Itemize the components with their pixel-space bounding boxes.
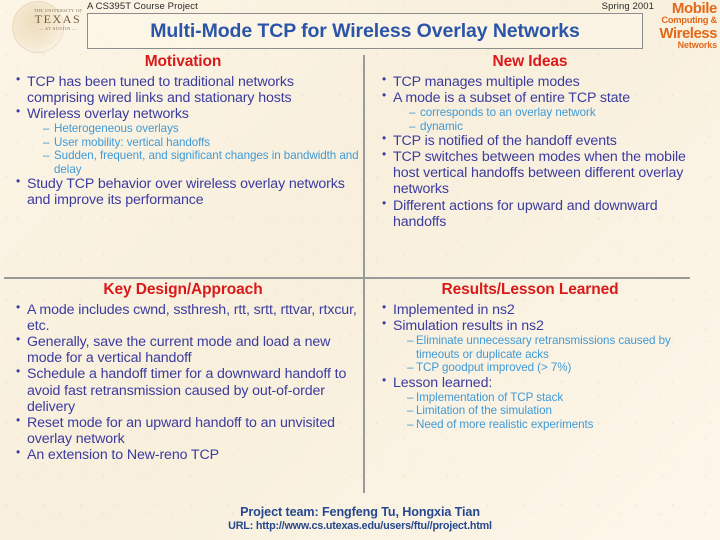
- sub-bullet-list: Heterogeneous overlaysUser mobility: ver…: [27, 122, 362, 176]
- sub-bullet-item: Sudden, frequent, and significant change…: [43, 149, 362, 176]
- seal-line-2: TEXAS: [34, 12, 82, 27]
- bullet-list-new-ideas: TCP manages multiple modesA mode is a su…: [370, 73, 690, 230]
- bullet-item: Implemented in ns2: [382, 301, 690, 318]
- poster-body-grid: Motivation TCP has been tuned to traditi…: [0, 53, 720, 496]
- section-key-design: Key Design/Approach A mode includes cwnd…: [4, 281, 362, 493]
- course-web-site-side-note: Course web site: http://www.cs.utexas.ed…: [712, 0, 720, 58]
- sub-bullet-item: Need of more realistic experiments: [407, 418, 690, 432]
- sub-bullet-item: Heterogeneous overlays: [43, 122, 362, 136]
- bullet-item: A mode is a subset of entire TCP stateco…: [382, 89, 690, 133]
- bullet-list-results: Implemented in ns2Simulation results in …: [370, 301, 690, 432]
- bullet-item: Schedule a handoff timer for a downward …: [16, 365, 362, 414]
- bullet-item: Wireless overlay networksHeterogeneous o…: [16, 105, 362, 176]
- section-title-results: Results/Lesson Learned: [441, 281, 619, 298]
- bullet-list-key-design: A mode includes cwnd, ssthresh, rtt, srt…: [4, 301, 362, 463]
- section-title-key-design: Key Design/Approach: [103, 281, 263, 298]
- sub-bullet-item: Implementation of TCP stack: [407, 391, 690, 405]
- bullet-item: A mode includes cwnd, ssthresh, rtt, srt…: [16, 301, 362, 334]
- brand-line-wireless: Wireless: [659, 24, 717, 42]
- brand-line-mobile: Mobile: [671, 0, 718, 17]
- section-title-new-ideas: New Ideas: [492, 53, 568, 70]
- section-title-motivation: Motivation: [144, 53, 222, 70]
- mobile-computing-wireless-networks-logo: Mobile Computing & Wireless Networks: [653, 1, 717, 50]
- poster-title-band: Multi-Mode TCP for Wireless Overlay Netw…: [87, 13, 643, 49]
- sub-bullet-item: User mobility: vertical handoffs: [43, 136, 362, 150]
- seal-text: THE UNIVERSITY OF TEXAS — AT AUSTIN —: [30, 8, 86, 31]
- sub-bullet-list: Implementation of TCP stackLimitation of…: [393, 391, 690, 432]
- course-project-note: A CS395T Course Project: [87, 1, 198, 12]
- sub-bullet-item: Limitation of the simulation: [407, 404, 690, 418]
- bullet-item: TCP manages multiple modes: [382, 73, 690, 90]
- term-label: Spring 2001: [601, 1, 654, 12]
- project-url: URL: http://www.cs.utexas.edu/users/ftu/…: [228, 520, 492, 532]
- sub-bullet-item: dynamic: [409, 120, 690, 134]
- bullet-item: Reset mode for an upward handoff to an u…: [16, 414, 362, 447]
- vertical-divider: [363, 55, 365, 493]
- sub-bullet-list: Eliminate unnecessary retransmissions ca…: [393, 334, 690, 375]
- section-new-ideas: New Ideas TCP manages multiple modesA mo…: [370, 53, 690, 275]
- bullet-item: Lesson learned:Implementation of TCP sta…: [382, 374, 690, 432]
- horizontal-divider: [4, 277, 690, 279]
- poster-slide: THE UNIVERSITY OF TEXAS — AT AUSTIN — A …: [0, 0, 720, 540]
- sub-bullet-list: corresponds to an overlay networkdynamic: [393, 106, 690, 133]
- bullet-item: Generally, save the current mode and loa…: [16, 333, 362, 366]
- bullet-item: TCP switches between modes when the mobi…: [382, 148, 690, 197]
- bullet-item: TCP has been tuned to traditional networ…: [16, 73, 362, 106]
- section-results: Results/Lesson Learned Implemented in ns…: [370, 281, 690, 493]
- bullet-item: Study TCP behavior over wireless overlay…: [16, 175, 362, 208]
- sub-bullet-item: Eliminate unnecessary retransmissions ca…: [407, 334, 690, 361]
- ut-austin-seal-logo: THE UNIVERSITY OF TEXAS — AT AUSTIN —: [6, 1, 84, 53]
- bullet-item: TCP is notified of the handoff events: [382, 132, 690, 149]
- project-team: Project team: Fengfeng Tu, Hongxia Tian: [240, 505, 480, 519]
- sub-bullet-item: TCP goodput improved (> 7%): [407, 361, 690, 375]
- bullet-item: Simulation results in ns2Eliminate unnec…: [382, 317, 690, 375]
- bullet-list-motivation: TCP has been tuned to traditional networ…: [4, 73, 362, 208]
- section-motivation: Motivation TCP has been tuned to traditi…: [4, 53, 362, 275]
- poster-title: Multi-Mode TCP for Wireless Overlay Netw…: [150, 19, 580, 42]
- bullet-item: An extension to New-reno TCP: [16, 446, 362, 463]
- bullet-item: Different actions for upward and downwar…: [382, 197, 690, 230]
- seal-line-3: — AT AUSTIN —: [39, 26, 77, 31]
- poster-footer: Project team: Fengfeng Tu, Hongxia Tian …: [0, 505, 720, 532]
- sub-bullet-item: corresponds to an overlay network: [409, 106, 690, 120]
- brand-line-networks: Networks: [677, 40, 717, 51]
